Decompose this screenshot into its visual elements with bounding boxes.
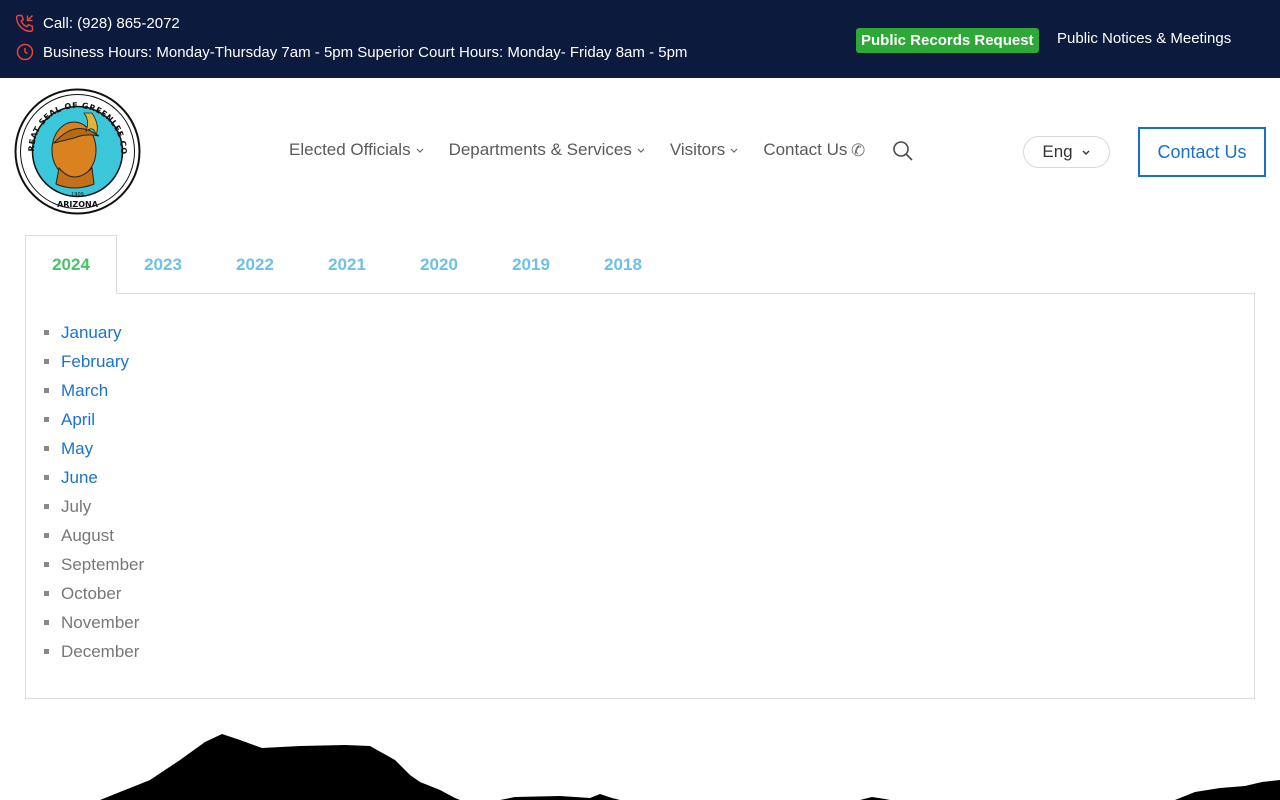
public-records-request-button[interactable]: Public Records Request: [856, 28, 1039, 53]
public-notices-link[interactable]: Public Notices & Meetings: [1057, 30, 1231, 47]
nav-label: Elected Officials: [289, 140, 411, 159]
list-item: March: [44, 376, 144, 405]
hours-row: Business Hours: Monday-Thursday 7am - 5p…: [15, 42, 687, 62]
phone-text: Call: (928) 865-2072: [43, 14, 180, 32]
phone-row: Call: (928) 865-2072: [15, 13, 180, 33]
month-text-july: July: [61, 496, 92, 516]
seal-bottom-text: ARIZONA: [57, 200, 99, 209]
bullet: [44, 446, 49, 451]
list-item: November: [44, 608, 144, 637]
top-info-bar: Call: (928) 865-2072 Business Hours: Mon…: [0, 0, 1280, 78]
language-label: Eng: [1042, 142, 1073, 161]
nav-elected-officials[interactable]: Elected Officials: [289, 140, 425, 160]
list-item: August: [44, 521, 144, 550]
month-link-march[interactable]: March: [61, 381, 108, 401]
tab-2022[interactable]: 2022: [209, 235, 301, 294]
county-seal-logo[interactable]: THE GREAT SEAL OF GREENLEE COUNTY ARIZON…: [10, 81, 141, 215]
bullet: [44, 533, 49, 538]
month-link-june[interactable]: June: [61, 468, 98, 488]
hours-text: Business Hours: Monday-Thursday 7am - 5p…: [43, 43, 688, 61]
bullet: [44, 620, 49, 625]
main-navigation: Elected Officials Departments & Services…: [289, 140, 871, 160]
chevron-down-icon: [729, 145, 739, 155]
phone-icon: [15, 13, 35, 33]
month-link-may[interactable]: May: [61, 439, 93, 459]
phone-icon[interactable]: ✆: [851, 141, 869, 161]
nav-label: Contact Us: [763, 140, 848, 159]
month-text-september: September: [61, 554, 145, 574]
month-link-april[interactable]: April: [61, 410, 95, 430]
bullet: [44, 475, 49, 480]
language-selector[interactable]: Eng: [1023, 136, 1110, 168]
nav-departments-services[interactable]: Departments & Services: [449, 140, 646, 160]
bullet: [44, 388, 49, 393]
nav-contact-us[interactable]: Contact Us: [763, 140, 847, 160]
year-tabs: 2024 2023 2022 2021 2020 2019 2018: [25, 235, 669, 294]
list-item: June: [44, 463, 144, 492]
tab-2018[interactable]: 2018: [577, 235, 669, 294]
list-item: April: [44, 405, 144, 434]
chevron-down-icon: [1081, 147, 1091, 157]
nav-label: Departments & Services: [448, 140, 632, 159]
bullet: [44, 417, 49, 422]
tab-2019[interactable]: 2019: [485, 235, 577, 294]
clock-icon: [15, 42, 35, 62]
nav-label: Visitors: [669, 140, 726, 159]
list-item: February: [44, 347, 144, 376]
bullet: [44, 504, 49, 509]
list-item: July: [44, 492, 144, 521]
bullet: [44, 591, 49, 596]
list-item: October: [44, 579, 144, 608]
month-link-january[interactable]: January: [61, 323, 121, 343]
nav-visitors[interactable]: Visitors: [670, 140, 739, 160]
month-text-december: December: [61, 641, 140, 661]
tab-2023[interactable]: 2023: [117, 235, 209, 294]
tab-2021[interactable]: 2021: [301, 235, 393, 294]
list-item: January: [44, 318, 144, 347]
month-text-november: November: [61, 612, 140, 632]
search-icon[interactable]: [892, 140, 914, 162]
contact-us-button[interactable]: Contact Us: [1138, 127, 1266, 177]
seal-year-text: 1909: [71, 192, 84, 198]
tab-2020[interactable]: 2020: [393, 235, 485, 294]
list-item: September: [44, 550, 144, 579]
tab-panel: [25, 293, 1255, 699]
mountain-silhouette: [0, 720, 1280, 800]
month-text-october: October: [61, 583, 122, 603]
bullet: [44, 649, 49, 654]
bullet: [44, 359, 49, 364]
bullet: [44, 330, 49, 335]
tab-2024[interactable]: 2024: [25, 235, 117, 294]
month-text-august: August: [61, 525, 114, 545]
list-item: May: [44, 434, 144, 463]
list-item: December: [44, 637, 144, 666]
chevron-down-icon: [636, 145, 646, 155]
bullet: [44, 562, 49, 567]
month-link-february[interactable]: February: [61, 352, 129, 372]
month-list: January February March April May June Ju…: [44, 318, 144, 666]
chevron-down-icon: [415, 145, 425, 155]
